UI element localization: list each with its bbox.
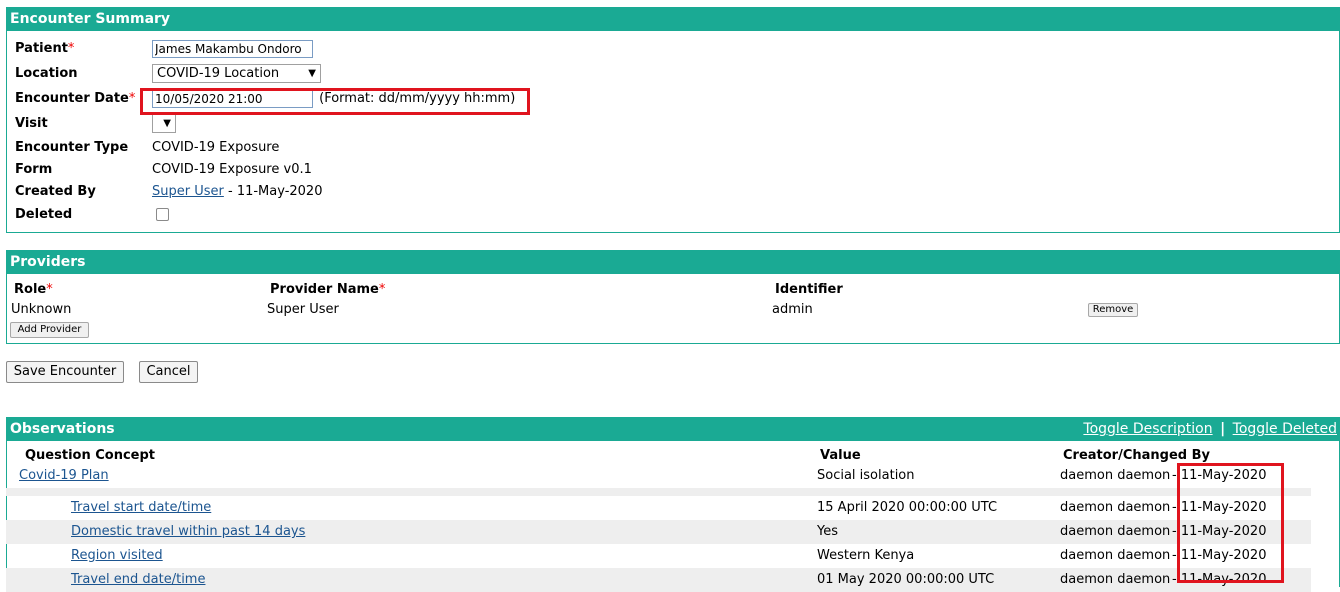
provider-name-header-label: Provider Name [270,282,379,297]
visit-label: Visit [15,116,48,131]
provider-name: Super User [267,302,339,317]
created-by-row: Created By Super User - 11-May-2020 [15,181,322,203]
required-marker: * [67,41,75,56]
required-marker: * [378,282,386,297]
obs-value: Yes [817,524,838,539]
obs-value: Social isolation [817,468,915,483]
required-marker: * [46,282,53,297]
toggle-description-link[interactable]: Toggle Description [1083,421,1212,437]
form-row: Form COVID-19 Exposure v0.1 [15,159,312,181]
form-label: Form [15,162,53,177]
visit-select[interactable]: ▼ [152,114,176,133]
obs-concept-link[interactable]: Travel start date/time [71,496,211,520]
dates-column-highlight [1177,463,1284,583]
role-header-label: Role [14,282,47,297]
provider-name-column-header: Provider Name* [270,279,385,301]
obs-creator: daemon daemon [1060,548,1171,563]
provider-row: Unknown Super User admin Remove [7,299,1337,321]
save-encounter-button[interactable]: Save Encounter [6,361,124,383]
created-by-user-link[interactable]: Super User [152,184,224,199]
location-label: Location [15,66,78,81]
obs-concept-link[interactable]: Travel end date/time [71,568,205,592]
identifier-column-header: Identifier [775,282,843,297]
deleted-checkbox[interactable] [156,208,169,221]
obs-creator: daemon daemon [1060,524,1171,539]
obs-value: 15 April 2020 00:00:00 UTC [817,500,998,515]
providers-panel: Providers Role* Provider Name* Identifie… [6,250,1340,344]
providers-column-header: Role* Provider Name* Identifier [7,279,1337,301]
observations-header: Observations Toggle Description | Toggle… [7,418,1339,441]
encounter-date-label: Encounter Date [15,91,129,106]
cancel-button[interactable]: Cancel [139,361,198,383]
created-by-date: - 11-May-2020 [223,184,323,199]
visit-value-wrap: ▼ [152,113,176,135]
visit-row: Visit ▼ [15,113,176,135]
table-row-spacer [6,488,1311,496]
observations-title: Observations [10,421,115,437]
obs-value: 01 May 2020 00:00:00 UTC [817,572,995,587]
patient-label: Patient [15,41,68,56]
table-row: Domestic travel within past 14 days Yes … [6,520,1311,544]
value-header: Value [820,448,861,463]
providers-header: Providers [7,251,1339,274]
role-column-header: Role* [14,279,53,301]
add-provider-button[interactable]: Add Provider [10,322,89,338]
created-by-value: Super User - 11-May-2020 [152,181,322,203]
patient-row: Patient* [15,38,313,60]
obs-concept-link[interactable]: Domestic travel within past 14 days [71,520,305,544]
encounter-type-row: Encounter Type COVID-19 Exposure [15,137,279,159]
encounter-summary-panel: Encounter Summary Patient* Location COVI… [6,7,1340,233]
encounter-summary-header: Encounter Summary [7,8,1339,31]
obs-creator: daemon daemon [1060,572,1171,587]
encounter-type-value: COVID-19 Exposure [152,140,280,155]
created-by-label: Created By [15,184,96,199]
table-row: Travel end date/time 01 May 2020 00:00:0… [6,568,1311,592]
obs-creator: daemon daemon [1060,468,1171,483]
required-marker: * [128,91,136,106]
dropdown-arrow-icon: ▼ [163,118,171,129]
location-selected-value: COVID-19 Location [157,66,280,81]
obs-creator: daemon daemon [1060,500,1171,515]
toggle-separator: | [1220,421,1226,437]
location-select[interactable]: COVID-19 Location ▼ [152,64,321,83]
remove-provider-button[interactable]: Remove [1088,303,1138,317]
patient-input[interactable] [152,39,313,58]
encounter-date-row: Encounter Date* (Format: dd/mm/yyyy hh:m… [15,88,515,110]
provider-identifier: admin [772,302,813,317]
obs-concept-link[interactable]: Covid-19 Plan [19,464,109,488]
table-row: Covid-19 Plan Social isolation daemon da… [6,464,1311,488]
toggle-deleted-link[interactable]: Toggle Deleted [1233,421,1337,437]
observations-column-header: Question Concept Value Creator/Changed B… [0,446,1340,466]
provider-role: Unknown [11,302,72,317]
table-row: Region visited Western Kenya daemon daem… [6,544,1311,568]
obs-concept-link[interactable]: Region visited [71,544,163,568]
location-row: Location COVID-19 Location ▼ [15,63,321,85]
deleted-value-wrap [156,204,169,226]
observations-toggles: Toggle Description | Toggle Deleted [1083,418,1337,441]
deleted-label: Deleted [15,207,73,222]
table-row: Travel start date/time 15 April 2020 00:… [6,496,1311,520]
question-concept-header: Question Concept [25,448,156,463]
encounter-date-highlight [140,88,530,115]
location-value-wrap: COVID-19 Location ▼ [152,63,321,85]
obs-value: Western Kenya [817,548,915,563]
deleted-row: Deleted [15,204,169,226]
encounter-type-label: Encounter Type [15,140,129,155]
dropdown-arrow-icon: ▼ [308,68,316,79]
form-value: COVID-19 Exposure v0.1 [152,162,312,177]
patient-value-wrap [152,38,313,60]
